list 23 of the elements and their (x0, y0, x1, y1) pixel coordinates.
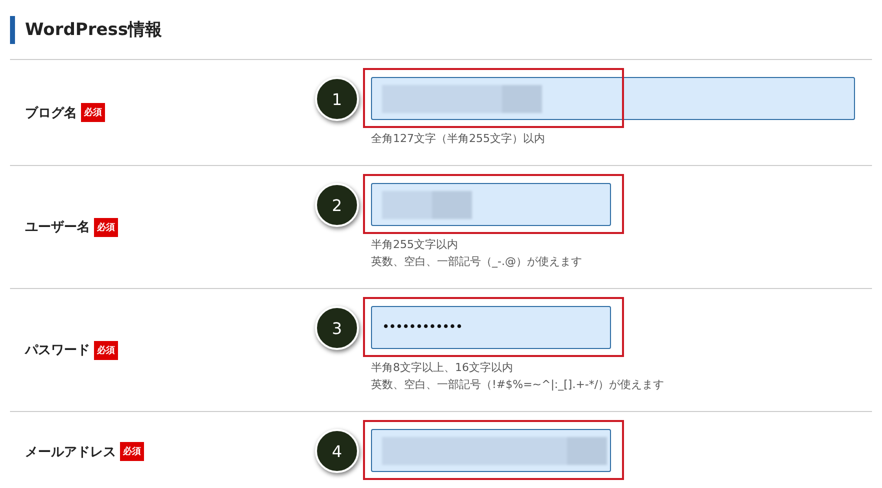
step-number: 2 (315, 183, 359, 227)
section-title: WordPress情報 (25, 19, 162, 41)
required-badge: 必須 (81, 103, 105, 122)
hint-text: 半角8文字以上、16文字以内 (371, 360, 514, 376)
hint-text: 英数、空白、一部記号（_-.@）が使えます (371, 254, 583, 270)
hint-text: 全角127文字（半角255文字）以内 (371, 131, 546, 147)
required-badge: 必須 (120, 442, 144, 461)
step-number: 4 (315, 429, 359, 473)
input-field[interactable]: •••••••••••• (371, 306, 611, 349)
input-field[interactable] (371, 77, 855, 120)
input-field[interactable] (371, 183, 611, 226)
required-badge: 必須 (94, 340, 118, 360)
hint-text: 半角255文字以内 (371, 237, 459, 253)
step-number: 1 (315, 77, 359, 121)
accent-bar (10, 16, 15, 44)
hint-text: 英数、空白、一部記号（!#$%=~^|:_[].+-*/）が使えます (371, 377, 664, 393)
field-label: メールアドレス (25, 444, 116, 460)
input-field[interactable] (371, 429, 611, 472)
required-badge: 必須 (94, 218, 118, 236)
field-label: ユーザー名 (25, 219, 90, 236)
field-label: パスワード (25, 342, 90, 359)
step-number: 3 (315, 306, 359, 350)
field-label: ブログ名 (25, 104, 77, 122)
